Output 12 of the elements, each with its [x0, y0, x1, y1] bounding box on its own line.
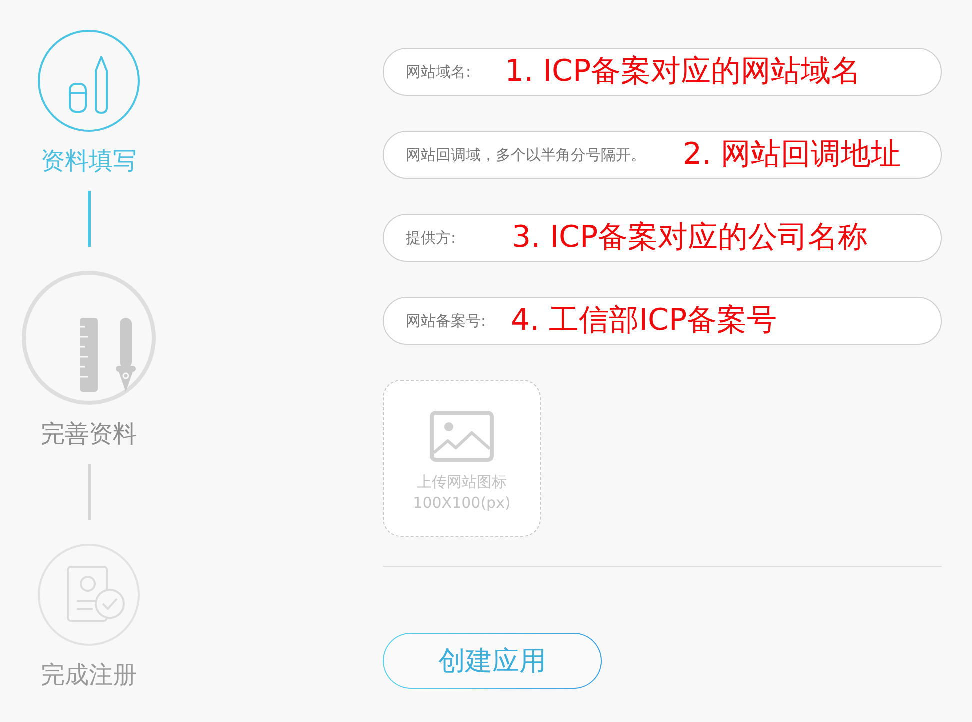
connector-line	[88, 191, 90, 247]
upload-icon-button[interactable]: 上传网站图标 100X100(px)	[383, 380, 541, 537]
image-icon	[430, 411, 494, 462]
create-app-button[interactable]: 创建应用	[383, 633, 602, 689]
annotation-text: 2. 网站回调地址	[683, 137, 902, 173]
annotation-text: 3. ICP备案对应的公司名称	[512, 220, 868, 256]
connector-line	[88, 464, 90, 520]
annotation-text: 1. ICP备案对应的网站域名	[505, 54, 862, 90]
step-label: 资料填写	[41, 146, 137, 176]
step-label: 完善资料	[41, 419, 137, 449]
step-label: 完成注册	[41, 660, 137, 690]
annotation-text: 4. 工信部ICP备案号	[511, 303, 778, 339]
